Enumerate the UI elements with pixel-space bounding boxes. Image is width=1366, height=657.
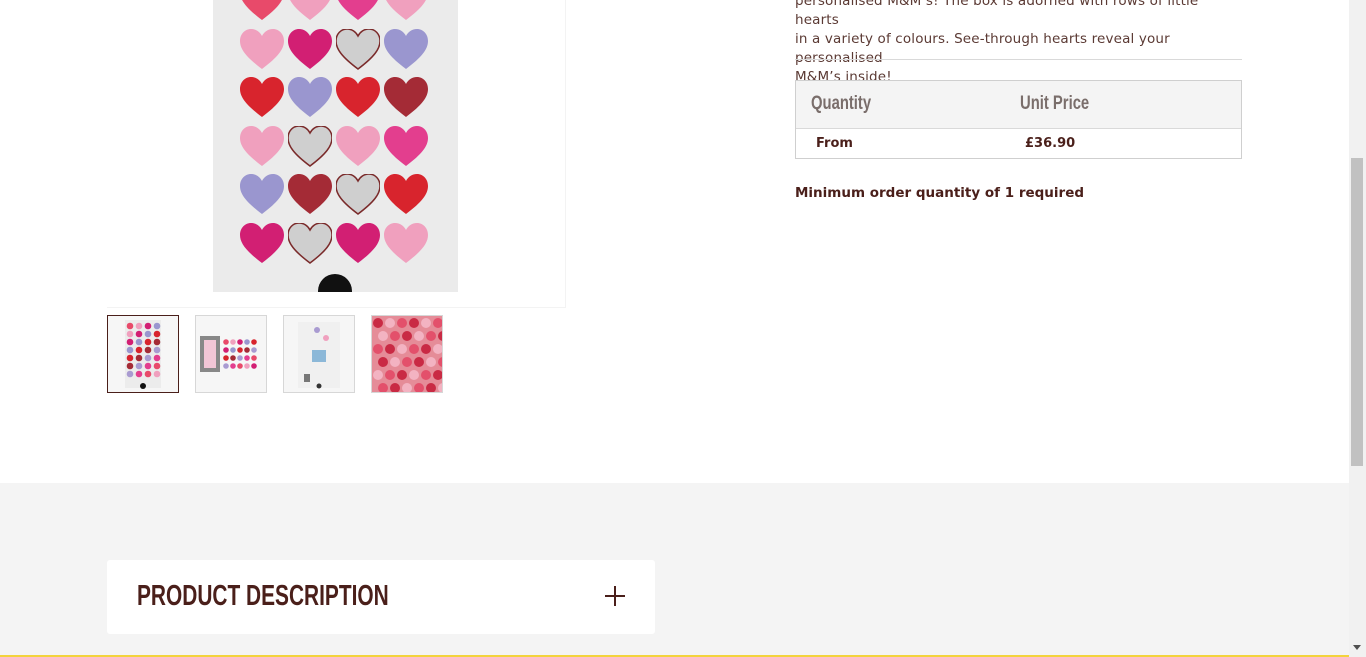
description-line: in a variety of colours. See-through hea… [795,31,1170,66]
price-table: Quantity Unit Price From £36.90 [795,80,1242,159]
heart-graphic [240,125,284,166]
heart-graphic [384,28,428,69]
heart-graphic [242,0,282,20]
thumbnail-image [372,316,442,392]
heart-graphic [384,174,428,214]
price-cell: £36.90 [1025,136,1076,151]
price-table-header: Quantity Unit Price [796,81,1241,129]
product-main-image-frame [107,0,566,308]
heart-graphic [288,125,332,167]
heart-graphic [240,77,284,117]
thumbnail-2[interactable] [195,315,267,393]
thumbnail-image [125,320,161,389]
heart-graphic [240,174,284,214]
box-knob-graphic [318,274,352,292]
plus-icon[interactable] [604,585,626,607]
heart-graphic [336,28,380,70]
scrollbar-thumb[interactable] [1351,158,1363,466]
heart-graphic [240,28,284,69]
thumbnail-3[interactable] [283,315,355,393]
heart-graphic [386,0,426,20]
thumbnail-image [298,322,340,389]
product-main-image[interactable] [213,0,458,292]
heart-graphic [336,77,380,117]
product-description-accordion[interactable]: PRODUCT DESCRIPTION [107,560,655,634]
heart-graphic [384,222,428,263]
divider [795,59,1242,60]
heart-graphic [288,28,332,69]
unit-price-header: Unit Price [1020,93,1090,114]
description-line: personalised M&M’s! The box is adorned w… [795,0,1199,28]
thumbnail-1[interactable] [107,315,179,393]
quantity-cell: From [816,136,853,151]
heart-graphic [338,0,378,20]
heart-graphic [384,125,428,166]
accordion-title: PRODUCT DESCRIPTION [137,580,389,612]
heart-graphic [384,77,428,117]
quantity-header: Quantity [811,93,872,114]
thumbnail-4[interactable] [371,315,443,393]
thumbnail-image [200,336,257,372]
heart-graphic [288,77,332,117]
heart-graphic [288,222,332,264]
heart-graphic [240,222,284,263]
heart-graphic [336,174,380,215]
price-table-row: From £36.90 [796,129,1241,158]
minimum-order-note: Minimum order quantity of 1 required [795,185,1085,201]
heart-graphic [336,125,380,166]
heart-graphic [290,0,330,20]
scroll-down-arrow-icon[interactable] [1353,645,1361,650]
heart-graphic [288,174,332,214]
heart-graphic [336,222,380,263]
page-scrollbar[interactable] [1349,0,1366,657]
product-short-description: personalised M&M’s! The box is adorned w… [795,0,1245,87]
